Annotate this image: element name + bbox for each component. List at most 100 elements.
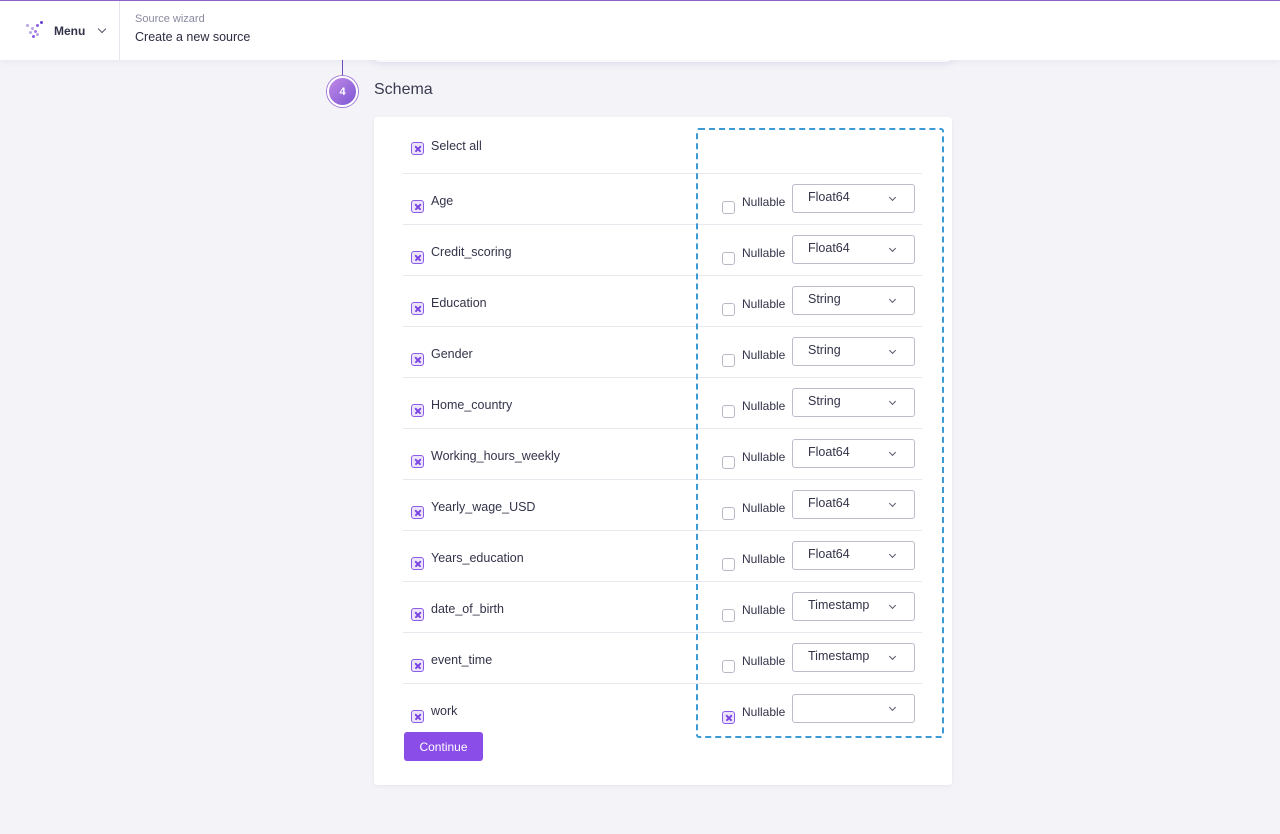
field-name: Education — [431, 296, 487, 310]
type-select[interactable]: String — [792, 388, 915, 417]
nullable-label: Nullable — [742, 399, 786, 413]
nullable-checkbox[interactable] — [722, 456, 735, 469]
type-select-value: Timestamp — [808, 598, 870, 612]
type-select-value: Float64 — [808, 547, 850, 561]
nullable-checkbox[interactable] — [722, 252, 735, 265]
step-number-badge: 4 — [327, 76, 358, 107]
chevron-down-icon — [888, 499, 897, 508]
page-title: Create a new source — [135, 30, 251, 44]
chevron-down-icon — [888, 397, 897, 406]
chevron-down-icon — [888, 652, 897, 661]
chevron-down-icon — [888, 448, 897, 457]
schema-field-row: Education Nullable String — [403, 276, 922, 327]
select-all-row: Select all — [403, 123, 922, 174]
select-all-label: Select all — [431, 139, 482, 153]
menu-label: Menu — [54, 23, 86, 38]
type-select-value: Timestamp — [808, 649, 870, 663]
field-name: Gender — [431, 347, 473, 361]
nullable-label: Nullable — [742, 654, 786, 668]
schema-field-row: date_of_birth Nullable Timestamp — [403, 582, 922, 633]
field-select-checkbox[interactable] — [411, 251, 424, 264]
field-select-checkbox[interactable] — [411, 302, 424, 315]
nullable-checkbox[interactable] — [722, 354, 735, 367]
nullable-checkbox[interactable] — [722, 405, 735, 418]
type-select-value: String — [808, 292, 841, 306]
field-name: Years_education — [431, 551, 524, 565]
field-name: Yearly_wage_USD — [431, 500, 536, 514]
type-select-value: String — [808, 343, 841, 357]
schema-field-row: Age Nullable Float64 — [403, 174, 922, 225]
field-select-checkbox[interactable] — [411, 353, 424, 366]
field-select-checkbox[interactable] — [411, 710, 424, 723]
nullable-label: Nullable — [742, 501, 786, 515]
chevron-down-icon — [888, 550, 897, 559]
top-bar: Menu Source wizard Create a new source — [0, 0, 1280, 60]
field-select-checkbox[interactable] — [411, 200, 424, 213]
chevron-down-icon — [98, 24, 107, 34]
chevron-down-icon — [888, 346, 897, 355]
step-title: Schema — [374, 81, 433, 98]
field-name: date_of_birth — [431, 602, 504, 616]
type-select[interactable]: Float64 — [792, 235, 915, 264]
nullable-label: Nullable — [742, 705, 786, 719]
schema-field-row: Working_hours_weekly Nullable Float64 — [403, 429, 922, 480]
nullable-label: Nullable — [742, 195, 786, 209]
nullable-checkbox[interactable] — [722, 303, 735, 316]
type-select-value: String — [808, 394, 841, 408]
chevron-down-icon — [888, 193, 897, 202]
logo-icon — [24, 20, 44, 41]
field-select-checkbox[interactable] — [411, 404, 424, 417]
nullable-checkbox[interactable] — [722, 609, 735, 622]
type-select[interactable]: Timestamp — [792, 592, 915, 621]
nullable-checkbox[interactable] — [722, 558, 735, 571]
nullable-label: Nullable — [742, 297, 786, 311]
nullable-label: Nullable — [742, 552, 786, 566]
schema-field-row: Gender Nullable String — [403, 327, 922, 378]
nullable-checkbox[interactable] — [722, 711, 735, 724]
type-select[interactable] — [792, 694, 915, 723]
breadcrumb: Source wizard Create a new source — [135, 13, 250, 46]
type-select[interactable]: String — [792, 286, 915, 315]
type-select[interactable]: Float64 — [792, 490, 915, 519]
schema-field-row: Yearly_wage_USD Nullable Float64 — [403, 480, 922, 531]
field-name: event_time — [431, 653, 493, 667]
field-name: Age — [431, 194, 454, 208]
chevron-down-icon — [888, 703, 897, 712]
field-select-checkbox[interactable] — [411, 608, 424, 621]
field-select-checkbox[interactable] — [411, 506, 424, 519]
menu-button[interactable]: Menu — [0, 1, 120, 60]
schema-field-row: Home_country Nullable String — [403, 378, 922, 429]
field-name: work — [431, 704, 458, 718]
field-select-checkbox[interactable] — [411, 557, 424, 570]
type-select[interactable]: Float64 — [792, 541, 915, 570]
nullable-label: Nullable — [742, 348, 786, 362]
nullable-checkbox[interactable] — [722, 660, 735, 673]
nullable-checkbox[interactable] — [722, 507, 735, 520]
schema-field-row: work Nullable — [403, 684, 922, 735]
select-all-checkbox[interactable] — [411, 142, 424, 155]
step-connector — [342, 60, 343, 76]
nullable-label: Nullable — [742, 450, 786, 464]
field-name: Working_hours_weekly — [431, 449, 560, 463]
schema-field-row: Credit_scoring Nullable Float64 — [403, 225, 922, 276]
continue-button[interactable]: Continue — [404, 732, 483, 761]
breadcrumb-parent: Source wizard — [135, 13, 205, 25]
chevron-down-icon — [888, 295, 897, 304]
chevron-down-icon — [888, 601, 897, 610]
type-select-value: Float64 — [808, 241, 850, 255]
type-select[interactable]: Float64 — [792, 184, 915, 213]
type-select-value: Float64 — [808, 445, 850, 459]
type-select[interactable]: String — [792, 337, 915, 366]
nullable-checkbox[interactable] — [722, 201, 735, 214]
field-select-checkbox[interactable] — [411, 455, 424, 468]
type-select[interactable]: Timestamp — [792, 643, 915, 672]
field-name: Home_country — [431, 398, 513, 412]
type-select-value: Float64 — [808, 496, 850, 510]
field-select-checkbox[interactable] — [411, 659, 424, 672]
schema-card: Select all Age Nullable Float64 Credit_scor… — [374, 117, 952, 785]
chevron-down-icon — [888, 244, 897, 253]
schema-field-row: event_time Nullable Timestamp — [403, 633, 922, 684]
schema-field-row: Years_education Nullable Float64 — [403, 531, 922, 582]
nullable-label: Nullable — [742, 603, 786, 617]
type-select[interactable]: Float64 — [792, 439, 915, 468]
